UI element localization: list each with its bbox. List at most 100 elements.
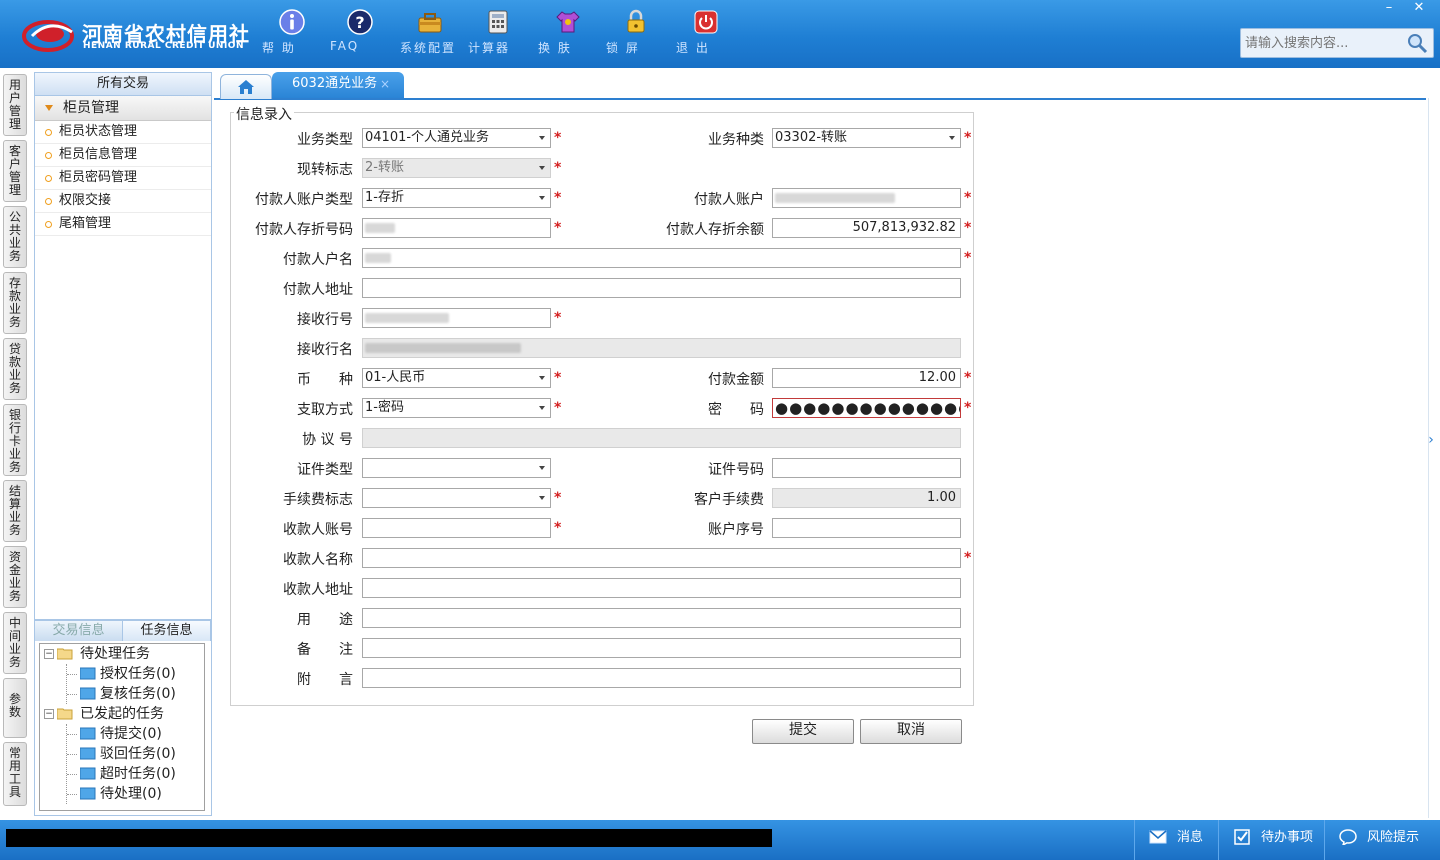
folder-open-icon <box>57 648 73 660</box>
change-skin-label: 换 肤 <box>538 41 572 55</box>
biz-type-select[interactable]: 04101-个人通兑业务 <box>362 128 551 148</box>
exit-button[interactable]: 退 出 <box>676 8 736 64</box>
sidebar-group-teller-management[interactable]: 柜员管理 <box>35 96 211 121</box>
sidebar-item-teller-info[interactable]: 柜员信息管理 <box>35 144 211 167</box>
payer-account-type-label: 付款人账户类型 <box>255 192 353 208</box>
required-mark: * <box>554 520 562 536</box>
required-mark: * <box>554 190 562 206</box>
vtab-intermediate-business[interactable]: 中间业务 <box>3 612 27 674</box>
payer-address-label: 付款人地址 <box>283 282 353 298</box>
biz-kind-select[interactable]: 03302-转账 <box>772 128 961 148</box>
payee-address-input[interactable] <box>362 578 961 598</box>
expand-right-icon[interactable]: › <box>1426 420 1436 460</box>
collapse-icon[interactable]: − <box>44 649 54 659</box>
required-mark: * <box>964 130 972 146</box>
payee-account-input[interactable] <box>362 518 551 538</box>
vtab-parameters[interactable]: 参数 <box>3 678 27 738</box>
logo-emblem-icon <box>22 20 74 52</box>
payer-account-type-select[interactable]: 1-存折 <box>362 188 551 208</box>
bullet-icon <box>45 152 52 159</box>
logo-english-text: HENAN RURAL CREDIT UNION <box>83 41 244 51</box>
collapse-icon[interactable]: − <box>44 709 54 719</box>
payee-name-input[interactable] <box>362 548 961 568</box>
lock-screen-button[interactable]: 锁 屏 <box>606 8 666 64</box>
submit-button[interactable]: 提交 <box>752 719 854 744</box>
vtab-bank-card-business[interactable]: 银行卡业务 <box>3 404 27 476</box>
required-mark: * <box>964 220 972 236</box>
vtab-loan-business[interactable]: 贷款业务 <box>3 338 27 400</box>
postscript-label: 附 言 <box>297 672 353 688</box>
calculator-button[interactable]: 计算器 <box>468 8 528 64</box>
sidebar-item-teller-status[interactable]: 柜员状态管理 <box>35 121 211 144</box>
tree-node-label: 待处理任务 <box>80 646 150 662</box>
id-type-select[interactable] <box>362 458 551 478</box>
remark-input[interactable] <box>362 638 961 658</box>
cash-flag-select[interactable]: 2-转账 <box>362 158 551 178</box>
help-button[interactable]: 帮 助 <box>262 8 322 64</box>
tree-node-label: 授权任务(0) <box>100 666 176 682</box>
search-input[interactable] <box>1243 32 1405 54</box>
currency-select[interactable]: 01-人民币 <box>362 368 551 388</box>
vtab-fund-business[interactable]: 资金业务 <box>3 546 27 608</box>
currency-label: 币 种 <box>297 372 353 388</box>
fee-flag-select[interactable] <box>362 488 551 508</box>
password-input[interactable]: ●●●●●●●●●●●●●●● <box>772 398 961 418</box>
messages-label: 消息 <box>1177 830 1204 845</box>
tab-6032-transfer[interactable]: 6032通兑业务 × <box>272 72 404 98</box>
vtab-deposit-business[interactable]: 存款业务 <box>3 272 27 334</box>
required-mark: * <box>554 220 562 236</box>
messages-button[interactable]: 消息 <box>1134 820 1214 860</box>
vtab-user-management[interactable]: 用户管理 <box>3 74 27 136</box>
required-mark: * <box>554 160 562 176</box>
vtab-common-tools[interactable]: 常用工具 <box>3 742 27 806</box>
payer-name-input[interactable] <box>362 248 961 268</box>
tab-transaction-info[interactable]: 交易信息 <box>35 621 123 641</box>
account-sequence-input[interactable] <box>772 518 961 538</box>
passbook-balance-label: 付款人存折余额 <box>666 222 764 238</box>
tab-task-info[interactable]: 任务信息 <box>123 621 211 641</box>
required-mark: * <box>964 250 972 266</box>
vtab-customer-management[interactable]: 客户管理 <box>3 140 27 202</box>
risk-alert-button[interactable]: 风险提示 <box>1324 820 1440 860</box>
svg-text:?: ? <box>355 13 364 32</box>
vtab-public-business[interactable]: 公共业务 <box>3 206 27 268</box>
system-config-button[interactable]: 系统配置 <box>400 8 460 64</box>
folder-icon <box>80 687 96 700</box>
folder-icon <box>80 727 96 740</box>
id-number-label: 证件号码 <box>708 462 764 478</box>
minimize-button[interactable]: – <box>1374 0 1404 18</box>
tab-close-icon[interactable]: × <box>380 72 390 96</box>
sidebar-item-permission-handover[interactable]: 权限交接 <box>35 190 211 213</box>
redacted-value <box>365 313 449 323</box>
task-panel-tabs: 交易信息 任务信息 <box>35 621 211 641</box>
payer-account-input[interactable] <box>772 188 961 208</box>
password-label: 密 码 <box>708 402 764 418</box>
close-window-button[interactable]: ✕ <box>1404 0 1434 18</box>
tab-home[interactable] <box>220 74 272 99</box>
id-number-input[interactable] <box>772 458 961 478</box>
purpose-input[interactable] <box>362 608 961 628</box>
withdraw-method-select[interactable]: 1-密码 <box>362 398 551 418</box>
passbook-number-input[interactable] <box>362 218 551 238</box>
bullet-icon <box>45 198 52 205</box>
faq-button[interactable]: ? FAQ <box>330 8 390 64</box>
receiving-bank-number-input[interactable] <box>362 308 551 328</box>
change-skin-button[interactable]: 换 肤 <box>538 8 598 64</box>
bullet-icon <box>45 175 52 182</box>
postscript-input[interactable] <box>362 668 961 688</box>
folder-icon <box>80 667 96 680</box>
sidebar-item-teller-password[interactable]: 柜员密码管理 <box>35 167 211 190</box>
sidebar-item-tail-box[interactable]: 尾箱管理 <box>35 213 211 236</box>
info-icon <box>279 9 305 35</box>
help-label: 帮 助 <box>262 41 296 55</box>
vtab-settlement-business[interactable]: 结算业务 <box>3 480 27 542</box>
search-icon[interactable] <box>1405 31 1429 55</box>
todo-button[interactable]: 待办事项 <box>1218 820 1322 860</box>
cancel-button[interactable]: 取消 <box>860 719 962 744</box>
payer-address-input[interactable] <box>362 278 961 298</box>
tree-node-label: 待处理(0) <box>100 786 162 802</box>
content-tabs: 6032通兑业务 × <box>214 72 1426 100</box>
remark-label: 备 注 <box>297 642 353 658</box>
fieldset-legend: 信息录入 <box>234 104 294 124</box>
payment-amount-input[interactable]: 12.00 <box>772 368 961 388</box>
